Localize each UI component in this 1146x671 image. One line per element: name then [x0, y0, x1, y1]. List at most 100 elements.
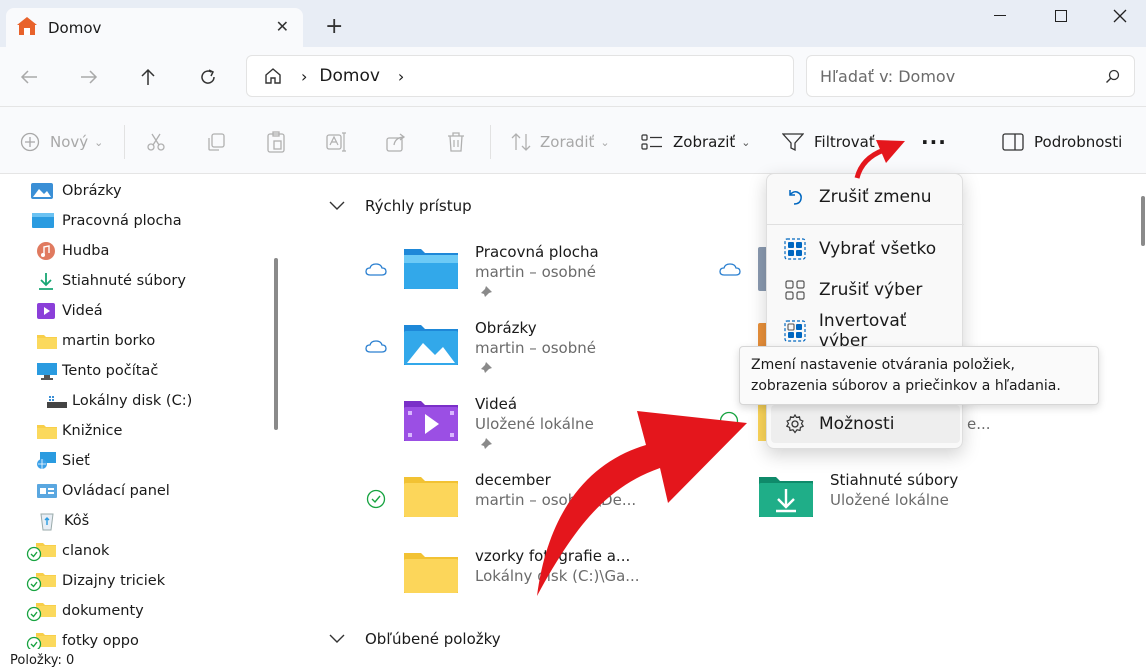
quick-item-december[interactable]: december martin – osobné\De...: [475, 471, 695, 547]
sidebar-item-libraries[interactable]: Knižnice: [36, 416, 122, 446]
sidebar-item-label: Lokálny disk (C:): [72, 393, 193, 409]
cloud-icon: [719, 263, 741, 281]
quick-item-videos[interactable]: Videá Uložené lokálne: [475, 395, 695, 471]
quick-item-location: martin – osobné: [475, 339, 596, 357]
content-scrollbar[interactable]: [1141, 196, 1145, 246]
more-options-menu: Zrušiť zmenu Vybrať všetko Zrušiť výber …: [766, 173, 964, 449]
address-bar[interactable]: › Domov ›: [246, 55, 794, 97]
quick-item-name: vzorky fotografie a...: [475, 547, 631, 565]
sidebar-item-music[interactable]: Hudba: [36, 236, 109, 266]
desktop-folder-icon[interactable]: [403, 245, 463, 321]
status-bar: Položky: 0: [0, 649, 1146, 671]
undo-menu-item[interactable]: Zrušiť zmenu: [771, 178, 960, 216]
cut-button[interactable]: [146, 129, 166, 155]
see-more-button[interactable]: ···: [921, 129, 947, 155]
select-all-menu-item[interactable]: Vybrať všetko: [771, 230, 960, 268]
sidebar-item-martin-borko[interactable]: martin borko: [36, 326, 155, 356]
maximize-button[interactable]: [1038, 4, 1084, 28]
sidebar-item-label: clanok: [62, 543, 110, 559]
rename-button[interactable]: [326, 129, 348, 155]
new-label: Nový: [50, 133, 89, 151]
view-button[interactable]: Zobraziť ⌄: [641, 129, 750, 155]
quick-item-pictures[interactable]: Obrázky martin – osobné: [475, 319, 695, 395]
folder-icon: [37, 335, 57, 349]
sidebar-item-label: Hudba: [62, 243, 110, 259]
quick-item-desktop[interactable]: Pracovná plocha martin – osobné: [475, 243, 695, 319]
sidebar-item-desktop[interactable]: Pracovná plocha: [30, 206, 182, 236]
sidebar-item-downloads[interactable]: Stiahnuté súbory: [36, 266, 186, 296]
new-button[interactable]: Nový ⌄: [20, 129, 103, 155]
quick-item-name: Videá: [475, 395, 518, 413]
sidebar-item-dizajny-triciek[interactable]: Dizajny triciek: [26, 566, 165, 596]
quick-item-samples[interactable]: vzorky fotografie a... Lokálny disk (C:)…: [475, 547, 695, 623]
december-folder-icon[interactable]: [403, 473, 463, 549]
select-all-icon: [771, 238, 819, 260]
folder-synced-icon: [26, 573, 56, 592]
options-menu-item[interactable]: Možnosti: [771, 405, 960, 443]
recycle-bin-icon: [40, 513, 54, 531]
sidebar-item-label: Tento počítač: [62, 363, 159, 379]
pictures-folder-icon[interactable]: [403, 321, 463, 397]
sort-button[interactable]: Zoradiť ⌄: [510, 129, 610, 155]
computer-icon: [37, 363, 57, 380]
filter-button[interactable]: Filtrovať: [782, 129, 875, 155]
chevron-down-icon: ⌄: [741, 135, 751, 149]
favorites-header[interactable]: Obľúbené položky: [329, 630, 501, 648]
folder-synced-icon: [26, 633, 56, 649]
back-button[interactable]: [15, 63, 43, 91]
copy-button[interactable]: [206, 129, 226, 155]
share-icon: [386, 133, 406, 152]
sidebar-item-network[interactable]: Sieť: [36, 446, 90, 476]
cloud-icon: [365, 340, 387, 358]
refresh-button[interactable]: [194, 63, 222, 91]
close-window-button[interactable]: [1097, 4, 1143, 28]
folder-synced-icon: [26, 543, 56, 562]
paste-button[interactable]: [266, 129, 286, 155]
quick-item-downloads[interactable]: Stiahnuté súbory Uložené lokálne: [830, 471, 1050, 547]
quick-item-name: december: [475, 471, 551, 489]
downloads-folder-icon[interactable]: [758, 473, 818, 549]
address-segment[interactable]: Domov: [319, 66, 380, 86]
chevron-right-icon[interactable]: ›: [398, 67, 404, 86]
select-none-label: Zrušiť výber: [819, 280, 923, 300]
sidebar-item-clanok[interactable]: clanok: [26, 536, 109, 566]
close-icon[interactable]: ✕: [276, 17, 289, 36]
sidebar-item-label: martin borko: [62, 333, 156, 349]
item-count: Položky: 0: [10, 653, 75, 668]
sidebar-item-pictures[interactable]: Obrázky: [30, 176, 122, 206]
select-none-icon: [771, 280, 819, 300]
select-none-menu-item[interactable]: Zrušiť výber: [771, 271, 960, 309]
samples-folder-icon[interactable]: [403, 549, 463, 625]
plus-icon[interactable]: +: [325, 14, 343, 39]
share-button[interactable]: [386, 129, 408, 155]
details-label: Podrobnosti: [1034, 133, 1123, 151]
sidebar-item-local-disk[interactable]: Lokálny disk (C:): [46, 386, 192, 416]
content-area: Rýchly prístup Pracovná plocha martin – …: [287, 175, 1146, 649]
network-icon: [37, 452, 56, 469]
invert-selection-icon: [771, 320, 819, 342]
command-bar: Nový ⌄ Zoradiť ⌄ Zobraziť ⌄ Filtrovať ··…: [0, 106, 1146, 174]
minimize-button[interactable]: [977, 4, 1023, 28]
sidebar-item-fotky-oppo[interactable]: fotky oppo: [26, 626, 139, 649]
tab-home[interactable]: Domov ✕: [6, 8, 303, 47]
details-button[interactable]: Podrobnosti: [1002, 129, 1122, 155]
up-button[interactable]: [134, 63, 162, 91]
sidebar-item-videos[interactable]: Videá: [36, 296, 103, 326]
quick-access-header[interactable]: Rýchly prístup: [329, 197, 472, 215]
search-input[interactable]: Hľadať v: Domov: [806, 55, 1135, 97]
videos-folder-icon[interactable]: [403, 397, 463, 473]
favorites-title: Obľúbené položky: [365, 630, 501, 648]
invert-selection-menu-item[interactable]: Invertovať výber: [771, 311, 960, 351]
delete-button[interactable]: [446, 129, 466, 155]
sidebar-scrollbar[interactable]: [274, 258, 278, 430]
sidebar-item-control-panel[interactable]: Ovládací panel: [36, 476, 170, 506]
sidebar-item-dokumenty[interactable]: dokumenty: [26, 596, 144, 626]
video-icon: [37, 303, 55, 319]
sidebar-item-this-pc[interactable]: Tento počítač: [36, 356, 158, 386]
sidebar-item-recycle-bin[interactable]: Kôš: [38, 506, 89, 536]
sidebar-item-label: Videá: [62, 303, 103, 319]
forward-button[interactable]: [75, 63, 103, 91]
scissors-icon: [147, 133, 165, 151]
home-icon[interactable]: [263, 66, 283, 86]
pin-icon: [479, 437, 493, 455]
